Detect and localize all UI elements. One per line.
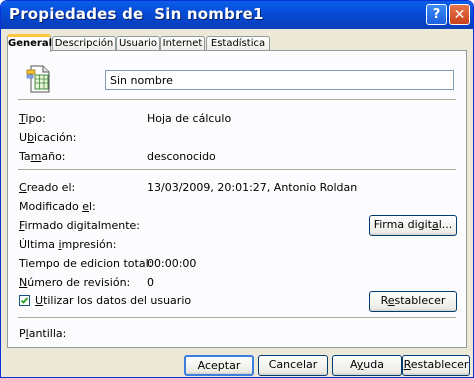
firmado-label: Firmado digitalmente:	[19, 219, 141, 232]
creado-value: 13/03/2009, 20:01:27, Antonio Roldan	[147, 181, 358, 194]
title-bar[interactable]: Propiedades de Sin nombre1 ? ✕	[1, 1, 473, 29]
ayuda-button[interactable]: Ayuda	[332, 355, 402, 376]
document-name-input[interactable]	[105, 70, 454, 90]
aceptar-button[interactable]: Aceptar	[184, 355, 254, 376]
properties-dialog: Propiedades de Sin nombre1 ? ✕ General D…	[0, 0, 474, 378]
tamano-label: Tamaño:	[19, 150, 66, 163]
tiempo-edicion-value: 00:00:00	[147, 257, 197, 270]
creado-label: Creado el:	[19, 181, 76, 194]
revision-label: Número de revisión:	[19, 276, 131, 289]
spreadsheet-document-icon	[26, 65, 50, 93]
tiempo-edicion-label: Tiempo de edicion total:	[19, 257, 153, 270]
ultima-impresion-label: Última impresión:	[19, 238, 117, 251]
separator	[18, 99, 456, 102]
revision-value: 0	[147, 276, 154, 289]
usar-datos-checkbox[interactable]	[19, 295, 30, 306]
usar-datos-label[interactable]: Utilizar los datos del usuario	[35, 294, 191, 307]
ubicacion-label: Ubicación:	[19, 131, 77, 144]
restablecer-button[interactable]: Restablecer	[402, 355, 470, 376]
close-icon[interactable]: ✕	[449, 4, 470, 25]
tamano-value: desconocido	[147, 150, 216, 163]
firma-digital-button[interactable]: Firma digital...	[369, 215, 457, 236]
tipo-value: Hoja de cálculo	[147, 112, 232, 125]
tipo-label: Tipo:	[19, 112, 46, 125]
tab-descripcion[interactable]: Descripción	[52, 36, 116, 51]
general-panel: Tipo: Hoja de cálculo Ubicación: Tamaño:…	[7, 50, 467, 348]
modificado-label: Modificado el:	[19, 200, 96, 213]
tab-internet[interactable]: Internet	[160, 36, 205, 51]
checkmark-icon	[20, 297, 29, 304]
tab-estadistica[interactable]: Estadística	[206, 36, 270, 51]
help-icon[interactable]: ?	[426, 4, 447, 25]
separator	[18, 317, 456, 320]
separator	[18, 169, 456, 172]
restablecer-datos-button[interactable]: Restablecer	[369, 291, 457, 312]
cancelar-button[interactable]: Cancelar	[258, 355, 328, 376]
plantilla-label: Plantilla:	[19, 327, 67, 340]
tab-usuario[interactable]: Usuario	[116, 36, 160, 51]
tab-general[interactable]: General	[7, 34, 52, 52]
dialog-title: Propiedades de Sin nombre1	[9, 5, 264, 23]
